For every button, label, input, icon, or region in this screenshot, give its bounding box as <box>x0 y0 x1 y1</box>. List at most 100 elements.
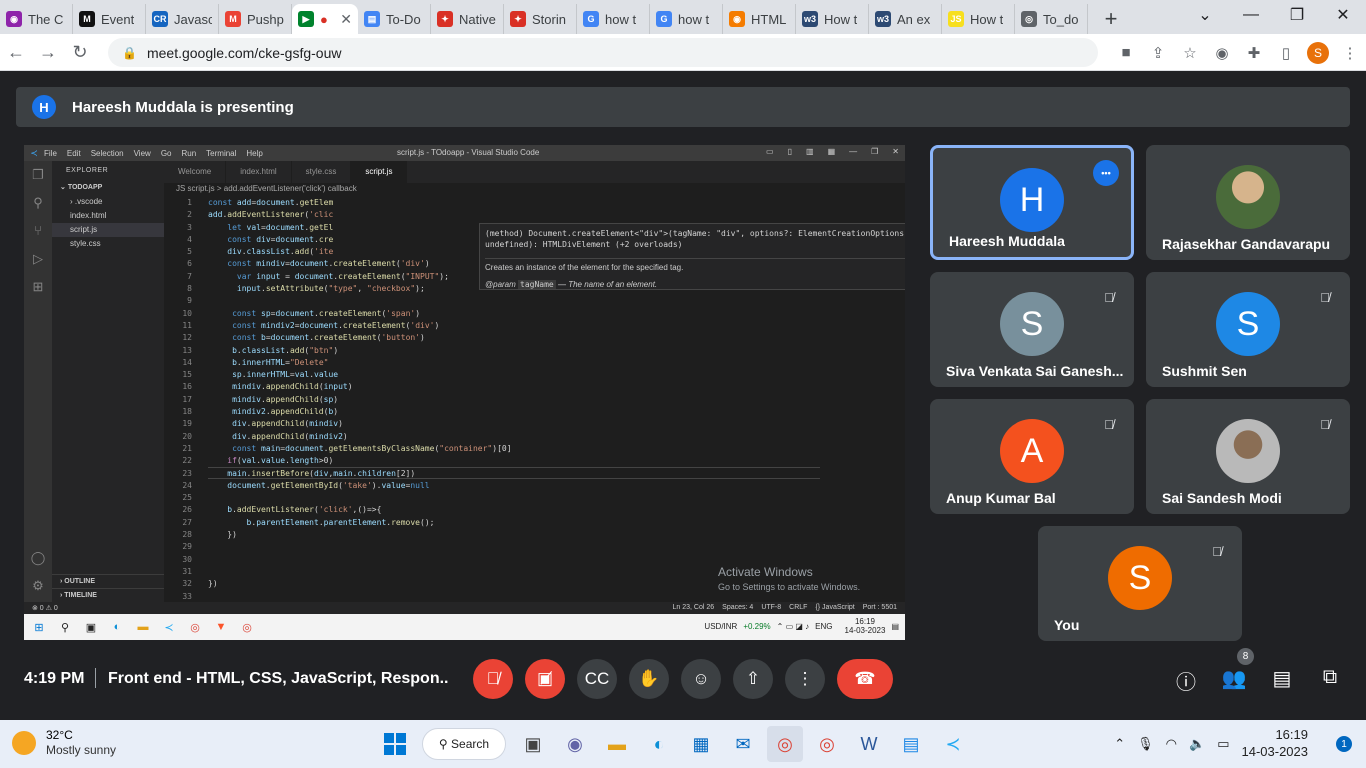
restore-button[interactable]: ❐ <box>1274 0 1320 30</box>
search-icon[interactable]: ⚲ <box>24 189 52 217</box>
back-button[interactable]: ← <box>0 36 32 68</box>
status-item[interactable]: UTF-8 <box>761 604 781 611</box>
browser-tab[interactable]: w3 How t <box>796 4 869 34</box>
meeting-info-icon[interactable]: ⓘ <box>1172 666 1200 695</box>
camera-off-button[interactable]: ▣̸ <box>525 659 565 699</box>
participant-tile[interactable]: A Anup Kumar Bal 🎙̸ <box>930 399 1134 514</box>
editor-tab[interactable]: index.html <box>226 161 292 183</box>
camera-icon[interactable]: ■ <box>1110 38 1142 67</box>
leave-call-button[interactable]: ☎ <box>837 659 893 699</box>
emoji-button[interactable]: ☺ <box>681 659 721 699</box>
explorer-file[interactable]: index.html <box>52 209 164 223</box>
mail-icon[interactable]: ✉ <box>725 726 761 762</box>
people-icon[interactable]: 👥 <box>1220 666 1248 691</box>
explorer-file[interactable]: script.js <box>52 223 164 237</box>
menu-terminal[interactable]: Terminal <box>206 149 236 158</box>
menu-go[interactable]: Go <box>161 149 172 158</box>
menu-run[interactable]: Run <box>181 149 196 158</box>
files-icon[interactable]: ❐ <box>24 161 52 189</box>
status-item[interactable]: Spaces: 4 <box>722 604 753 611</box>
edge-icon[interactable]: ◐ <box>641 726 677 762</box>
browser-tab[interactable]: ▶ ● ✕ <box>292 4 358 34</box>
browser-tab[interactable]: ◉ The C <box>0 4 73 34</box>
start-button[interactable] <box>377 726 413 762</box>
browser-tab[interactable]: M Pushp <box>219 4 292 34</box>
battery-icon[interactable]: ▭ <box>1217 736 1229 752</box>
extensions-icon[interactable]: ⊞ <box>24 273 52 301</box>
captions-button[interactable]: CC <box>577 659 617 699</box>
menu-edit[interactable]: Edit <box>67 149 81 158</box>
minimize-button[interactable]: — <box>1228 0 1274 30</box>
more-options-button[interactable]: ⋮ <box>785 659 825 699</box>
menu-view[interactable]: View <box>134 149 151 158</box>
volume-icon[interactable]: 🔈 <box>1189 736 1205 752</box>
forward-button[interactable]: → <box>32 36 64 68</box>
tray-overflow-icon[interactable]: ⌃ <box>1114 736 1125 752</box>
settings-gear-icon[interactable]: ⚙ <box>24 572 52 600</box>
chrome-icon[interactable]: ◎ <box>767 726 803 762</box>
extensions-icon[interactable]: ✚ <box>1238 38 1270 67</box>
file-explorer-icon[interactable]: ▬ <box>599 726 635 762</box>
task-view-icon[interactable]: ▣ <box>515 726 551 762</box>
browser-tab[interactable]: ✦ Native <box>431 4 504 34</box>
new-tab-button[interactable]: + <box>1096 4 1126 34</box>
browser-tab[interactable]: ✦ Storin <box>504 4 577 34</box>
close-tab-icon[interactable]: ✕ <box>340 11 352 28</box>
address-bar[interactable]: 🔒 meet.google.com/cke-gsfg-ouw <box>108 38 1098 67</box>
status-item[interactable]: {} JavaScript <box>815 604 854 611</box>
status-item[interactable]: Ln 23, Col 26 <box>673 604 715 611</box>
word-icon[interactable]: W <box>851 726 887 762</box>
reload-button[interactable]: ↻ <box>64 36 96 68</box>
profile-avatar[interactable]: S <box>1307 41 1329 64</box>
problems-status[interactable]: ⊗ 0 ⚠ 0 <box>24 604 58 612</box>
browser-tab[interactable]: CR Javasc <box>146 4 219 34</box>
taskbar-search[interactable]: ⚲ Search <box>422 728 506 760</box>
tab-search-button[interactable]: ⌄ <box>1182 0 1228 30</box>
clock[interactable]: 16:19 14-03-2023 <box>1242 727 1321 761</box>
participant-options-icon[interactable]: ••• <box>1093 160 1119 186</box>
side-panel-icon[interactable]: ▯ <box>1270 38 1302 67</box>
bookmark-star-icon[interactable]: ☆ <box>1174 38 1206 67</box>
browser-tab[interactable]: Ghow t <box>650 4 723 34</box>
browser-tab[interactable]: Ghow t <box>577 4 650 34</box>
source-code[interactable]: const add=document.getElem add.addEventL… <box>208 197 512 591</box>
chrome-icon-2[interactable]: ◎ <box>809 726 845 762</box>
menu-help[interactable]: Help <box>246 149 262 158</box>
browser-tab[interactable]: ◎ To_do <box>1015 4 1088 34</box>
raise-hand-button[interactable]: ✋ <box>629 659 669 699</box>
editor-tab[interactable]: style.css <box>292 161 352 183</box>
browser-tab[interactable]: ◉ HTML <box>723 4 796 34</box>
notepad-icon[interactable]: ▤ <box>893 726 929 762</box>
status-item[interactable]: Port : 5501 <box>863 604 897 611</box>
notification-badge[interactable]: 1 <box>1336 736 1352 752</box>
browser-tab[interactable]: ▤ To-Do <box>358 4 431 34</box>
participant-tile[interactable]: H Hareesh Muddala ••• <box>930 145 1134 260</box>
chat-icon[interactable]: ▤ <box>1268 666 1296 691</box>
editor-tab[interactable]: script.js <box>351 161 408 183</box>
weather-widget[interactable]: 32°C Mostly sunny <box>12 728 116 758</box>
close-window-button[interactable]: ✕ <box>1320 0 1366 30</box>
menu-selection[interactable]: Selection <box>91 149 124 158</box>
participant-tile[interactable]: Rajasekhar Gandavarapu <box>1146 145 1350 260</box>
vscode-icon[interactable]: ≺ <box>935 726 971 762</box>
wifi-icon[interactable]: ◠ <box>1166 736 1177 752</box>
explorer-file[interactable]: style.css <box>52 237 164 251</box>
grammarly-extension-icon[interactable]: ◉ <box>1206 38 1238 67</box>
timeline-section[interactable]: › TIMELINE <box>52 588 164 602</box>
microphone-icon[interactable]: 🎙 <box>1137 736 1154 752</box>
mic-off-button[interactable]: 🎙̸ <box>473 659 513 699</box>
run-debug-icon[interactable]: ▷ <box>24 245 52 273</box>
participant-tile[interactable]: Sai Sandesh Modi 🎙̸ <box>1146 399 1350 514</box>
chrome-menu-icon[interactable]: ⋮ <box>1334 38 1366 67</box>
browser-tab[interactable]: M Event <box>73 4 146 34</box>
browser-tab[interactable]: w3 An ex <box>869 4 942 34</box>
project-folder[interactable]: ⌄ TODOAPP <box>52 181 164 195</box>
share-icon[interactable]: ⇪ <box>1142 38 1174 67</box>
present-button[interactable]: ⇧ <box>733 659 773 699</box>
outline-section[interactable]: › OUTLINE <box>52 574 164 588</box>
teams-chat-icon[interactable]: ◉ <box>557 726 593 762</box>
activities-icon[interactable]: ⧉ <box>1316 666 1344 689</box>
participant-tile[interactable]: S Sushmit Sen 🎙̸ <box>1146 272 1350 387</box>
participant-tile[interactable]: S Siva Venkata Sai Ganesh... 🎙̸ <box>930 272 1134 387</box>
source-control-icon[interactable]: ⑂ <box>24 217 52 245</box>
